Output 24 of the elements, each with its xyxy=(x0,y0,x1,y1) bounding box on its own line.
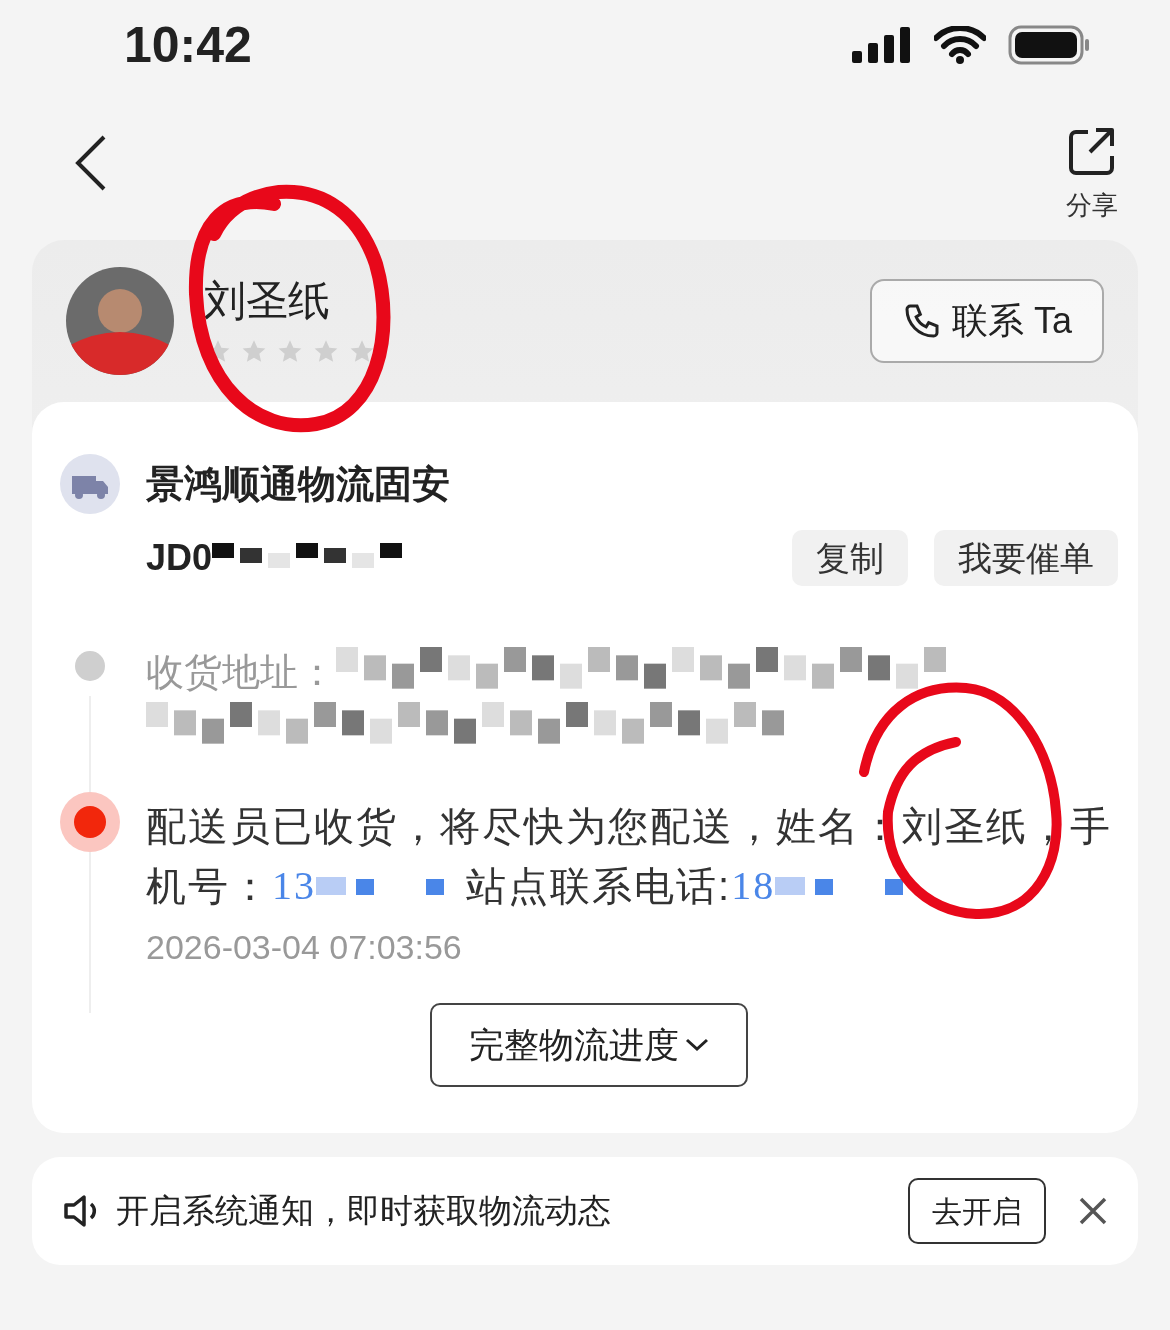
notification-text: 开启系统通知，即时获取物流动态 xyxy=(116,1191,611,1232)
phone-number[interactable]: 18 xyxy=(731,856,776,916)
share-button[interactable]: 分享 xyxy=(1066,126,1118,225)
phone-number[interactable]: 13 xyxy=(272,856,316,916)
truck-icon xyxy=(60,454,120,514)
battery-icon xyxy=(1008,25,1090,65)
status-message: 配送员已收货，将尽快为您配送，姓名：刘圣纸，手 xyxy=(146,803,1112,850)
signal-icon xyxy=(852,27,912,63)
carrier-name: 景鸿顺通物流固安 xyxy=(146,461,450,507)
urge-order-button[interactable]: 我要催单 xyxy=(934,530,1118,586)
copy-button[interactable]: 复制 xyxy=(792,530,908,586)
status-time: 10:42 xyxy=(124,15,252,75)
tracking-number: JD0 xyxy=(146,536,213,580)
wifi-icon xyxy=(934,26,986,64)
status-message: 站点联系电话: xyxy=(466,863,732,910)
courier-name: 刘圣纸 xyxy=(204,276,331,326)
full-progress-button[interactable]: 完整物流进度 xyxy=(430,1003,748,1087)
event-time: 2026-03-04 07:03:56 xyxy=(146,927,463,968)
address-label: 收货地址： xyxy=(146,650,336,695)
close-button[interactable] xyxy=(1078,1196,1108,1226)
status-message: 机号： xyxy=(146,863,272,910)
contact-button[interactable]: 联系 Ta xyxy=(870,279,1104,363)
chevron-down-icon xyxy=(685,1038,709,1052)
enable-button[interactable]: 去开启 xyxy=(908,1178,1046,1244)
